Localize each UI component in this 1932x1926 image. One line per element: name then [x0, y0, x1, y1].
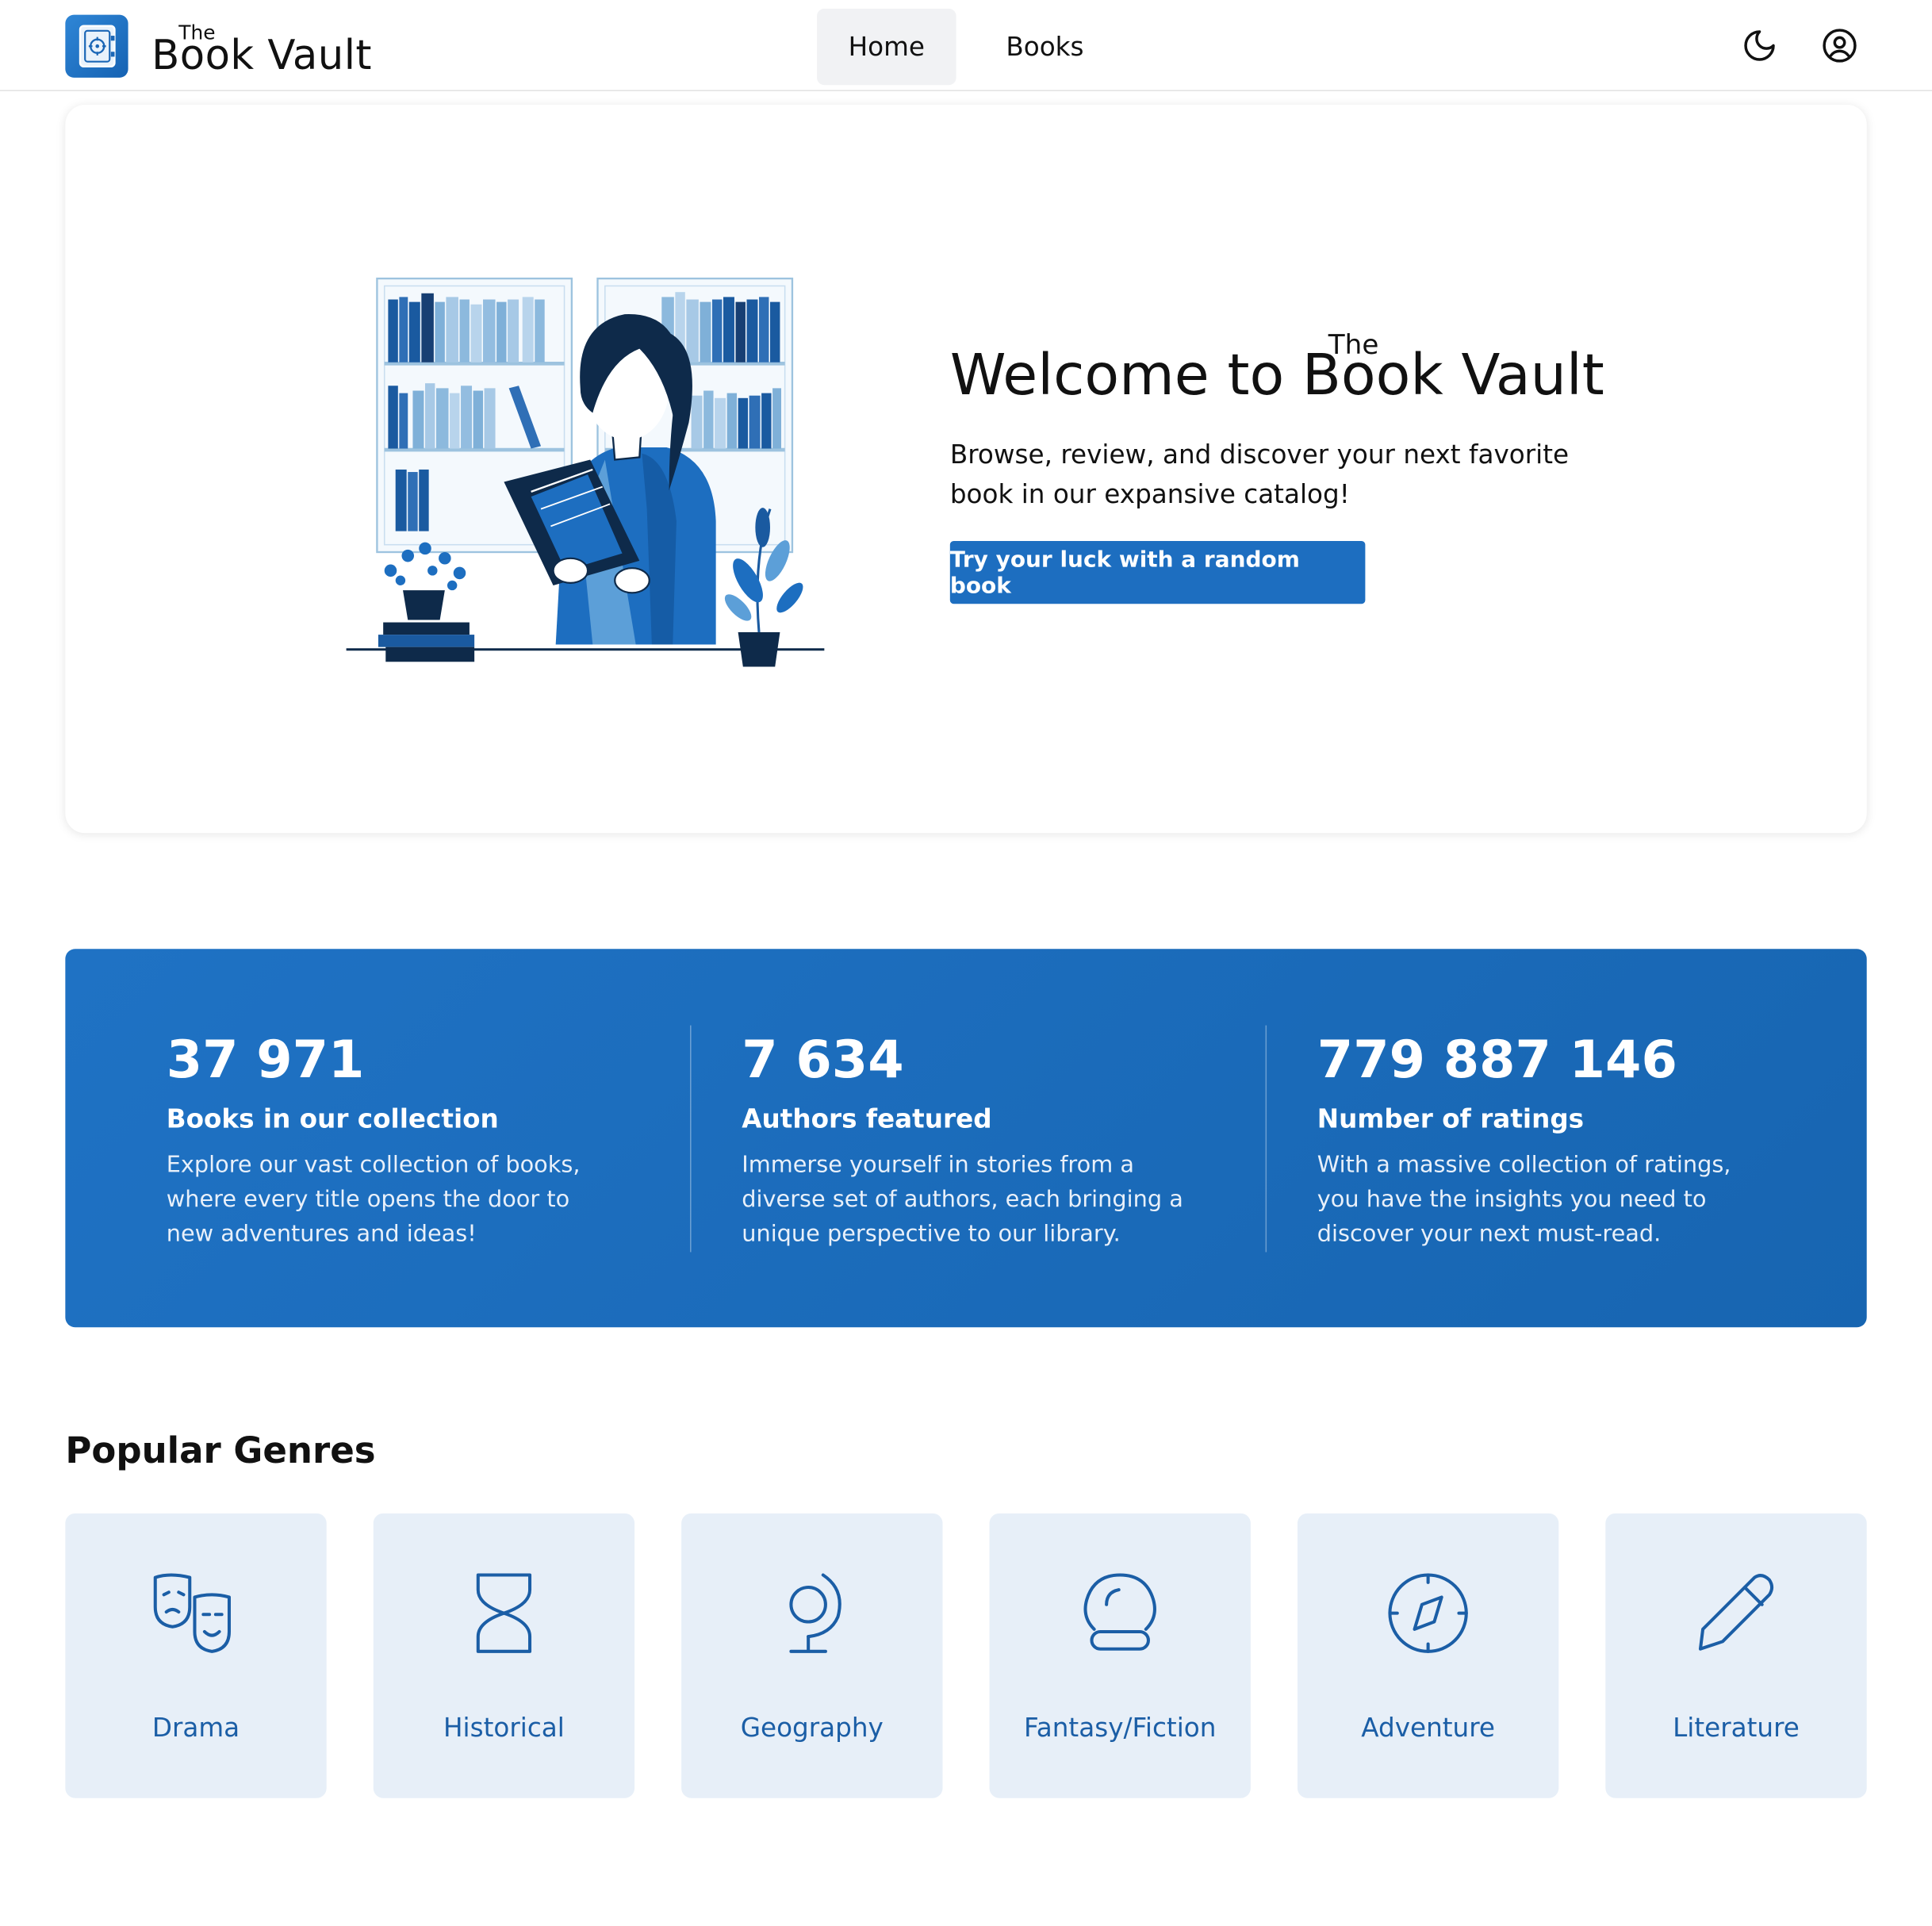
- crystal-ball-icon: [1077, 1570, 1163, 1656]
- stat-authors-value: 7 634: [742, 1029, 904, 1090]
- genre-label: Historical: [443, 1713, 565, 1743]
- stat-ratings-description: With a massive collection of ratings, yo…: [1317, 1152, 1731, 1248]
- stat-ratings-value: 779 887 146: [1317, 1029, 1677, 1090]
- genre-card-literature[interactable]: Literature: [1605, 1513, 1867, 1798]
- random-book-button[interactable]: Try your luck with a random book: [949, 541, 1366, 604]
- nav-home-tab[interactable]: Home: [817, 8, 956, 86]
- genre-card-adventure[interactable]: Adventure: [1297, 1513, 1559, 1798]
- top-nav-bar: The Book Vault Home Books: [0, 0, 1932, 91]
- globe-icon: [769, 1570, 855, 1656]
- moon-icon[interactable]: [1741, 27, 1778, 64]
- genre-label: Drama: [151, 1713, 240, 1743]
- stat-books-value: 37 971: [166, 1029, 365, 1090]
- stat-divider: [690, 1025, 692, 1253]
- stat-ratings-label: Number of ratings: [1317, 1104, 1585, 1134]
- logo-icon[interactable]: [65, 14, 128, 78]
- hero-title: Welcome to Book Vault: [949, 341, 1604, 409]
- stat-books-description: Explore our vast collection of books, wh…: [166, 1152, 581, 1248]
- genre-card-geography[interactable]: Geography: [681, 1513, 943, 1798]
- genre-label: Adventure: [1361, 1713, 1496, 1743]
- pencil-icon: [1693, 1570, 1780, 1656]
- genre-card-drama[interactable]: Drama: [65, 1513, 327, 1798]
- compass-icon: [1385, 1570, 1471, 1656]
- stat-divider: [1265, 1025, 1267, 1253]
- user-circle-icon[interactable]: [1821, 27, 1858, 64]
- hero-subtitle: Browse, review, and discover your next f…: [949, 439, 1570, 509]
- genre-card-fantasy-fiction[interactable]: Fantasy/Fiction: [989, 1513, 1251, 1798]
- genre-label: Literature: [1673, 1713, 1800, 1743]
- nav-books-tab[interactable]: Books: [981, 9, 1110, 85]
- stat-authors-label: Authors featured: [742, 1104, 992, 1134]
- hero-card: The Welcome to Book Vault Browse, review…: [65, 105, 1867, 834]
- popular-genres-heading: Popular Genres: [65, 1429, 376, 1471]
- stat-authors-description: Immerse yourself in stories from a diver…: [742, 1152, 1183, 1248]
- woman-reading-book-illustration: [346, 274, 827, 671]
- genre-card-historical[interactable]: Historical: [373, 1513, 635, 1798]
- theater-masks-icon: [153, 1570, 240, 1656]
- genre-label: Geography: [740, 1713, 884, 1743]
- hourglass-icon: [461, 1570, 547, 1656]
- stat-books-label: Books in our collection: [166, 1104, 499, 1134]
- brand-name[interactable]: Book Vault: [151, 31, 372, 79]
- stats-banner: 37 971 Books in our collection Explore o…: [65, 949, 1867, 1328]
- genre-label: Fantasy/Fiction: [1023, 1713, 1217, 1743]
